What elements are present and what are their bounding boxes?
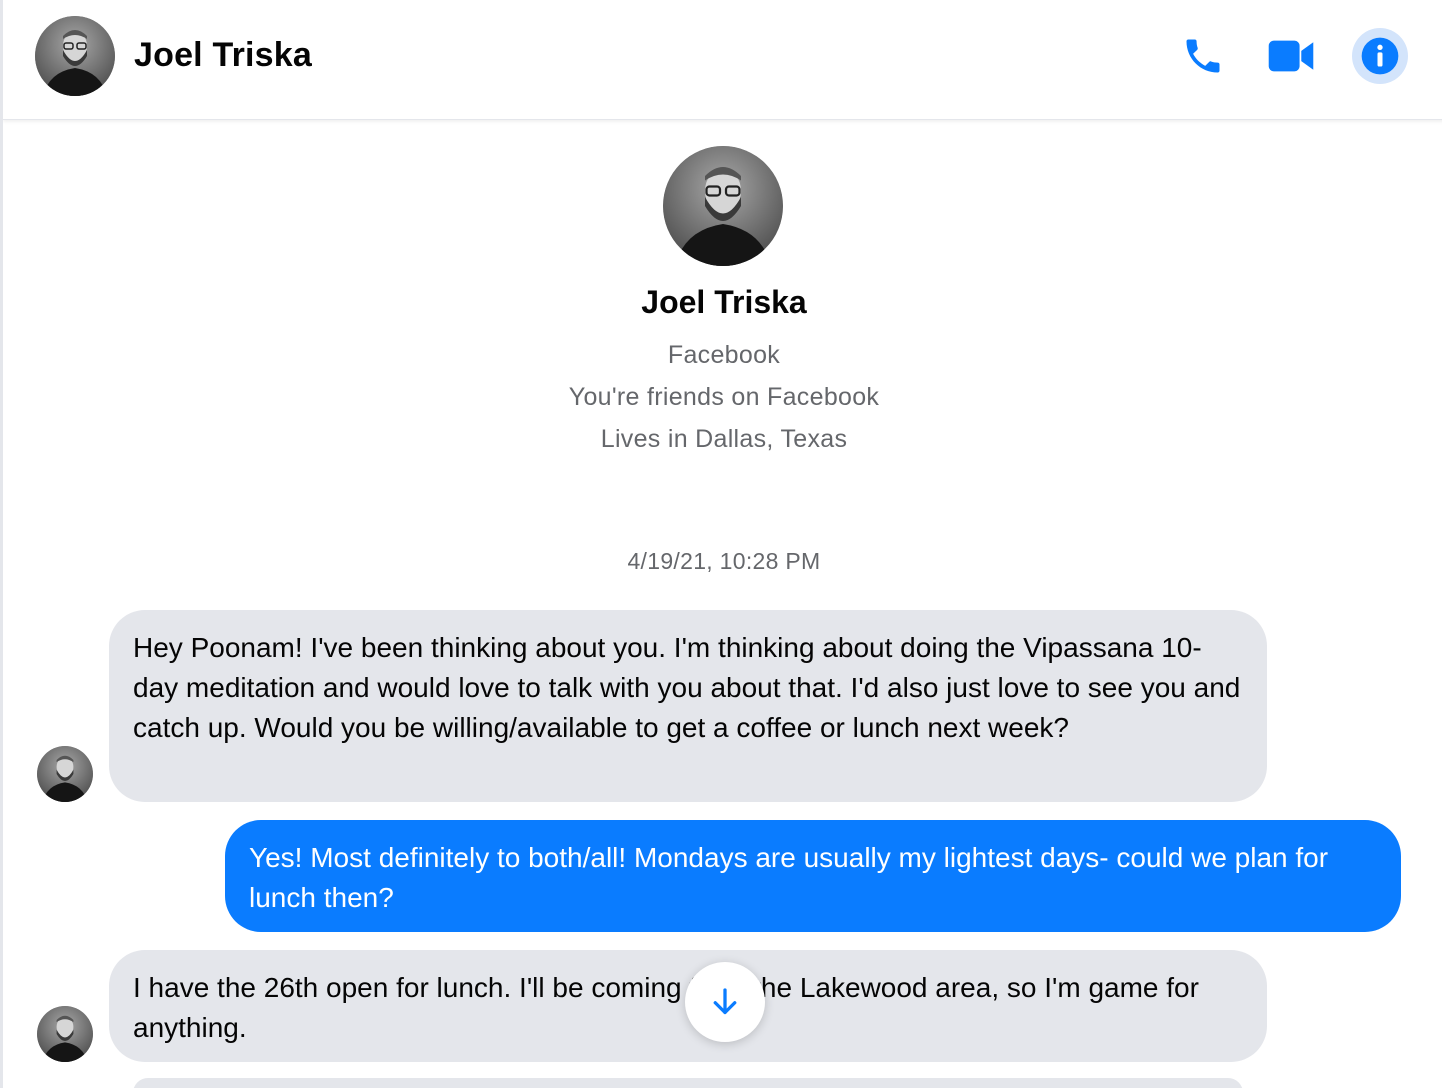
message-sender-avatar[interactable] [37, 746, 93, 802]
message-timestamp: 4/19/21, 10:28 PM [627, 548, 821, 574]
contact-avatar[interactable] [35, 16, 115, 96]
person-photo-icon [663, 146, 783, 266]
person-photo-icon [37, 1006, 93, 1062]
info-icon [1361, 37, 1399, 75]
profile-name: Joel Triska [641, 284, 807, 320]
arrow-down-icon [713, 988, 737, 1015]
person-photo-icon [35, 16, 115, 96]
header-contact-name[interactable]: Joel Triska [134, 36, 312, 75]
scroll-to-bottom-button[interactable] [685, 962, 765, 1042]
conversation-info-button[interactable] [1352, 28, 1408, 84]
outgoing-message[interactable]: Yes! Most definitely to both/all! Monday… [225, 820, 1401, 932]
audio-call-button[interactable] [1175, 28, 1231, 84]
profile-avatar[interactable] [663, 146, 783, 266]
conversation-header: Joel Triska [3, 0, 1442, 120]
next-message-partial [133, 1078, 1243, 1088]
video-call-button[interactable] [1263, 28, 1319, 84]
conversation-window: Joel Triska Joel Triska Facebook You're … [0, 0, 1442, 1088]
profile-location: Lives in Dallas, Texas [600, 425, 848, 453]
profile-source: Facebook [667, 341, 781, 369]
video-camera-icon [1268, 40, 1314, 72]
person-photo-icon [37, 746, 93, 802]
message-sender-avatar[interactable] [37, 1006, 93, 1062]
profile-relationship: You're friends on Facebook [568, 383, 880, 411]
incoming-message[interactable]: Hey Poonam! I've been thinking about you… [109, 610, 1267, 802]
phone-icon [1186, 39, 1220, 73]
